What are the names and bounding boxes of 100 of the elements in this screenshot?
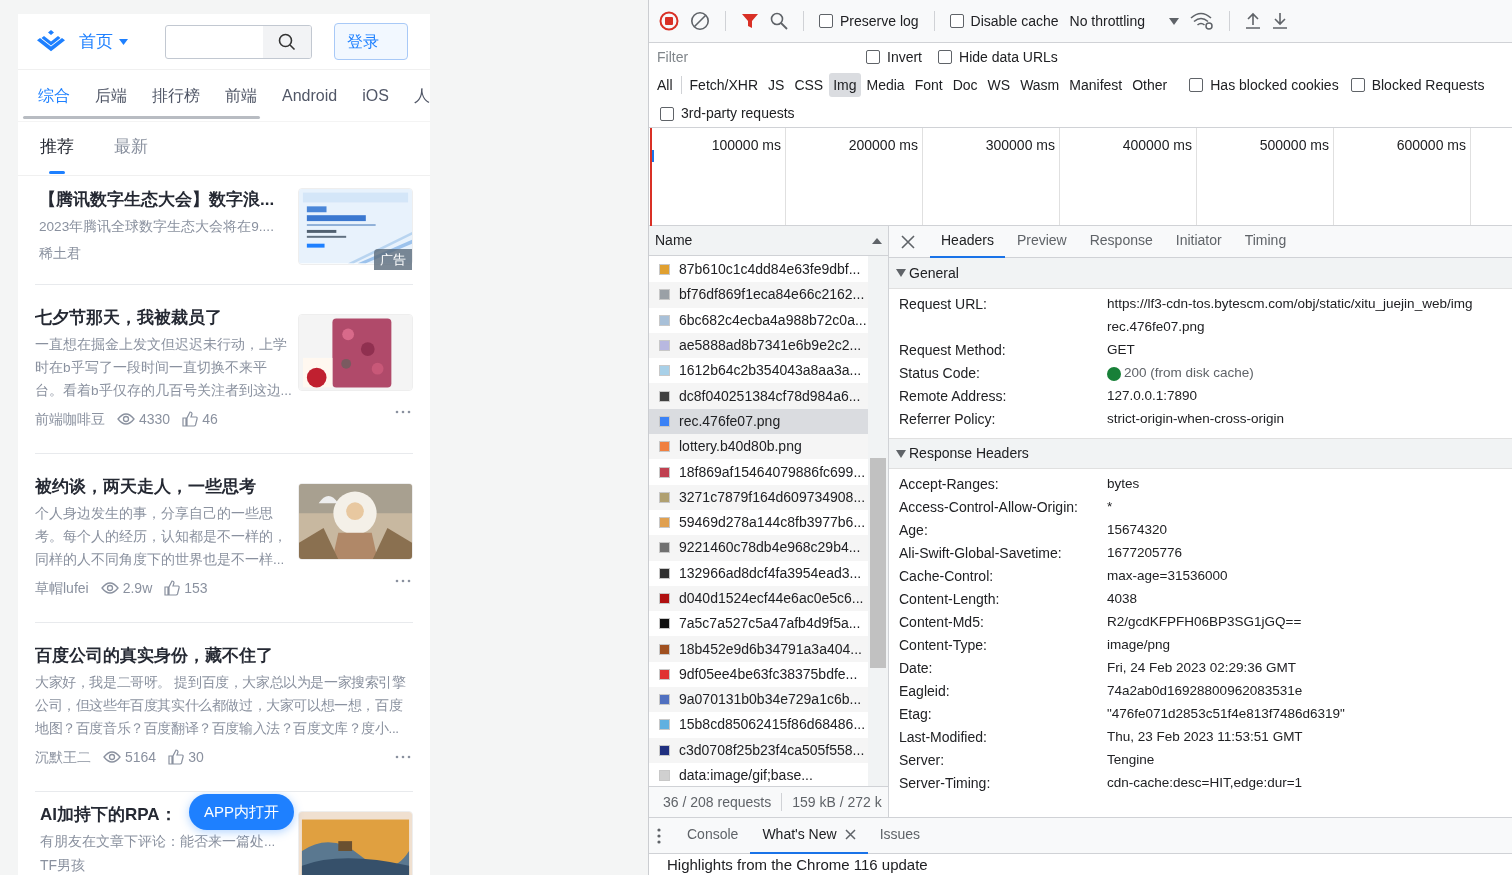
header-name: Age: bbox=[899, 521, 929, 540]
eye-icon bbox=[100, 582, 119, 594]
timeline-tick-label: 100000 ms bbox=[711, 136, 781, 153]
throttling-dropdown[interactable]: No throttling bbox=[1069, 10, 1179, 32]
search-field[interactable] bbox=[165, 24, 312, 59]
type-option-checkbox[interactable]: 3rd-party requests bbox=[660, 103, 795, 124]
feed-tab[interactable]: 推荐 bbox=[40, 130, 74, 174]
article-title[interactable]: AI加持下的RPA： bbox=[40, 803, 177, 827]
filter-option-checkbox[interactable]: Invert bbox=[866, 46, 922, 68]
header-name: Referrer Policy: bbox=[899, 410, 997, 429]
disable-cache-checkbox[interactable]: Disable cache bbox=[949, 10, 1059, 32]
type-filter-button[interactable]: JS bbox=[764, 73, 789, 97]
article-title[interactable]: 被约谈，两天走人，一些思考 bbox=[35, 475, 256, 499]
section-header[interactable]: Response Headers bbox=[889, 438, 1512, 469]
article-summary: 一直想在掘金上发文但迟迟未行动，上学时在b乎写了一段时间一直切换不来平台。看着b乎仅存的几百号关注者到这边... bbox=[35, 336, 292, 400]
open-in-app-button[interactable]: APP内打开 bbox=[189, 794, 294, 830]
request-row[interactable]: rec.476fe07.png bbox=[649, 408, 868, 435]
type-filter-button[interactable]: Doc bbox=[948, 73, 982, 97]
type-filter-button[interactable]: Fetch/XHR bbox=[685, 73, 763, 97]
request-row[interactable]: 3271c7879f164d609734908... bbox=[649, 484, 868, 510]
header-name: Cache-Control: bbox=[899, 567, 995, 586]
article-title[interactable]: 七夕节那天，我被裁员了 bbox=[35, 306, 222, 330]
more-icon[interactable] bbox=[395, 410, 411, 414]
type-option-checkbox[interactable]: Blocked Requests bbox=[1350, 74, 1485, 96]
more-icon[interactable] bbox=[657, 827, 661, 844]
category-tab[interactable]: 后端 bbox=[95, 83, 127, 108]
search-icon[interactable] bbox=[278, 32, 296, 51]
article-title[interactable]: 百度公司的真实身份，藏不住了 bbox=[35, 644, 273, 668]
stop-recording-icon[interactable] bbox=[659, 11, 679, 31]
request-summary: 36 / 208 requests bbox=[662, 792, 772, 812]
header-value: image/png bbox=[1107, 636, 1171, 655]
category-tab[interactable]: 排行榜 bbox=[152, 83, 200, 108]
thumbs-up-icon[interactable] bbox=[164, 580, 181, 596]
type-filter-button[interactable]: Img bbox=[829, 73, 861, 97]
detail-tab[interactable]: Response bbox=[1078, 226, 1164, 258]
column-header[interactable]: Name bbox=[655, 230, 693, 251]
drawer-tab[interactable]: Console bbox=[675, 817, 751, 854]
detail-tab[interactable]: Timing bbox=[1233, 226, 1298, 258]
type-option-checkbox[interactable]: Has blocked cookies bbox=[1189, 74, 1339, 96]
header-name: Content-Type: bbox=[899, 636, 988, 655]
type-filter-button[interactable]: Wasm bbox=[1016, 73, 1064, 97]
type-filter-button[interactable]: Font bbox=[910, 73, 947, 97]
thumbs-up-icon[interactable] bbox=[168, 749, 185, 765]
header-value: strict-origin-when-cross-origin bbox=[1107, 410, 1285, 429]
category-tab[interactable]: 前端 bbox=[225, 83, 257, 108]
thumbs-up-icon[interactable] bbox=[182, 411, 199, 427]
detail-tab[interactable]: Preview bbox=[1005, 226, 1078, 258]
request-row[interactable]: bf76df869f1eca84e66c2162... bbox=[649, 282, 868, 308]
upload-icon[interactable] bbox=[1245, 12, 1261, 30]
home-menu[interactable]: 首页 bbox=[79, 28, 128, 55]
article-summary: 个人身边发生的事，分享自己的一些思考。每个人的经历，认知都是不一样的，同样的人不同角度下的世界也是不一样... bbox=[35, 505, 288, 569]
filter-option-checkbox[interactable]: Hide data URLs bbox=[938, 46, 1058, 68]
type-filter-button[interactable]: All bbox=[653, 73, 677, 97]
sort-icon[interactable] bbox=[872, 237, 882, 244]
type-filter-button[interactable]: Media bbox=[862, 73, 909, 97]
type-filter-button[interactable]: Manifest bbox=[1065, 73, 1127, 97]
category-tab[interactable]: 人 bbox=[413, 83, 430, 108]
header-name: Status Code: bbox=[899, 364, 981, 383]
request-row[interactable]: dc8f040251384cf78d984a6... bbox=[649, 383, 868, 409]
request-row[interactable]: d040d1524ecf44e6ac0e5c6... bbox=[649, 585, 868, 612]
search-icon[interactable] bbox=[770, 12, 788, 30]
header-value: 200 (from disk cache) bbox=[1124, 364, 1254, 383]
header-value: 127.0.0.1:7890 bbox=[1107, 387, 1198, 406]
type-filter-button[interactable]: WS bbox=[983, 73, 1015, 97]
header-name: Remote Address: bbox=[899, 387, 1008, 406]
request-row[interactable]: lottery.b40d80b.png bbox=[649, 434, 868, 460]
type-filter-button[interactable]: CSS bbox=[790, 73, 828, 97]
article-summary: 有朋友在文章下评论：能否来一篇处... bbox=[40, 833, 277, 851]
preserve-log-checkbox[interactable]: Preserve log bbox=[819, 10, 919, 32]
article-summary: 2023年腾讯全球数字生态大会将在9.... bbox=[39, 218, 275, 236]
header-value: 1677205776 bbox=[1107, 544, 1183, 563]
login-button[interactable]: 登录 bbox=[334, 23, 408, 60]
category-tab[interactable]: Android bbox=[282, 83, 338, 108]
filter-icon[interactable] bbox=[741, 12, 759, 30]
close-icon[interactable] bbox=[844, 829, 856, 840]
drawer-tab[interactable]: What's New bbox=[750, 817, 868, 854]
request-row[interactable]: 9221460c78db4e968c29b4... bbox=[649, 535, 868, 561]
drawer-tab[interactable]: Issues bbox=[867, 817, 933, 854]
more-icon[interactable] bbox=[395, 755, 411, 759]
article-title[interactable]: 【腾讯数字生态大会】数字浪... bbox=[39, 188, 275, 212]
detail-tab[interactable]: Initiator bbox=[1164, 226, 1233, 258]
close-icon[interactable] bbox=[901, 234, 915, 249]
header-name: Content-Length: bbox=[899, 590, 1001, 609]
request-row[interactable]: 9a070131b0b34e729a1c6b... bbox=[649, 687, 868, 713]
header-value: Thu, 23 Feb 2023 11:53:51 GMT bbox=[1107, 728, 1303, 747]
request-row[interactable]: 18b452e9d6b34791a3a404... bbox=[649, 636, 868, 662]
section-header[interactable]: General bbox=[889, 258, 1512, 289]
scrollbar[interactable] bbox=[868, 256, 888, 786]
network-conditions-icon[interactable] bbox=[1190, 12, 1214, 30]
header-value: Fri, 24 Feb 2023 02:29:36 GMT bbox=[1107, 659, 1297, 678]
clear-icon[interactable] bbox=[690, 11, 710, 31]
download-icon[interactable] bbox=[1272, 12, 1288, 30]
category-tab[interactable]: iOS bbox=[362, 83, 389, 108]
category-tab[interactable]: 综合 bbox=[38, 83, 70, 108]
more-icon[interactable] bbox=[395, 579, 411, 583]
request-row[interactable]: c3d0708f25b23f4ca505f558... bbox=[649, 737, 868, 763]
request-row[interactable]: ae5888ad8b7341e6b9e2c2... bbox=[649, 332, 868, 359]
type-filter-button[interactable]: Other bbox=[1128, 73, 1172, 97]
header-value: * bbox=[1107, 498, 1113, 517]
header-value: R2/gcdKFPFH06BP3SG1jGQ== bbox=[1107, 613, 1302, 632]
